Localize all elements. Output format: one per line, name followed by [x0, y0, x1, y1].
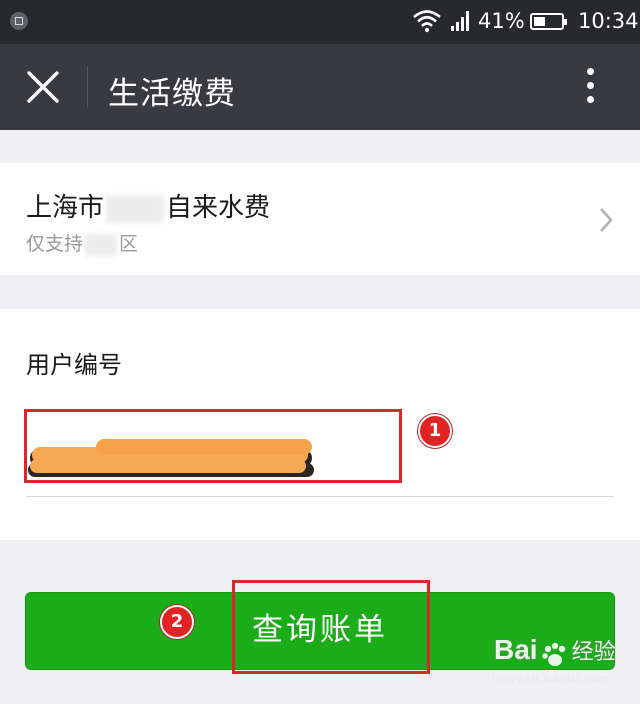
watermark-text: 经验: [571, 640, 616, 665]
service-selector[interactable]: 上海市 自来水费 仅支持 区: [0, 163, 640, 275]
wifi-icon: [413, 10, 441, 33]
service-title-prefix: 上海市: [26, 193, 105, 223]
service-subtitle-prefix: 仅支持: [26, 233, 84, 255]
redacted-district: [106, 194, 165, 223]
account-label: 用户编号: [26, 351, 122, 379]
clock: 10:34: [578, 9, 639, 33]
annotation-marker-2: 2: [160, 605, 194, 639]
more-vertical-icon[interactable]: [584, 68, 596, 108]
service-title-suffix: 自来水费: [166, 193, 271, 223]
annotation-highlight-button: [232, 580, 430, 674]
service-subtitle-suffix: 区: [119, 233, 139, 255]
battery-icon: [530, 13, 567, 30]
service-title: 上海市 自来水费: [26, 187, 270, 224]
app-notification-icon: [10, 12, 28, 30]
input-underline: [26, 496, 614, 497]
redacted-area: [85, 233, 118, 256]
nav-divider: [87, 66, 88, 108]
watermark-logo: Bai: [494, 634, 538, 665]
battery-percent: 41%: [478, 9, 525, 33]
baidu-watermark: Bai 经验 jingyan.baidu.com: [492, 634, 616, 685]
signal-icon: [451, 11, 469, 31]
chevron-right-icon[interactable]: [598, 206, 614, 234]
service-subtitle: 仅支持 区: [26, 229, 138, 256]
nav-bar: 生活缴费: [0, 44, 640, 130]
battery-fill: [534, 17, 545, 26]
annotation-highlight-input: [24, 409, 402, 483]
status-bar: 41% 10:34: [0, 0, 640, 44]
paw-icon: [541, 642, 565, 666]
annotation-marker-1: 1: [418, 414, 452, 448]
page-title: 生活缴费: [108, 76, 236, 112]
close-icon[interactable]: [26, 70, 60, 104]
watermark-url: jingyan.baidu.com: [492, 672, 611, 685]
